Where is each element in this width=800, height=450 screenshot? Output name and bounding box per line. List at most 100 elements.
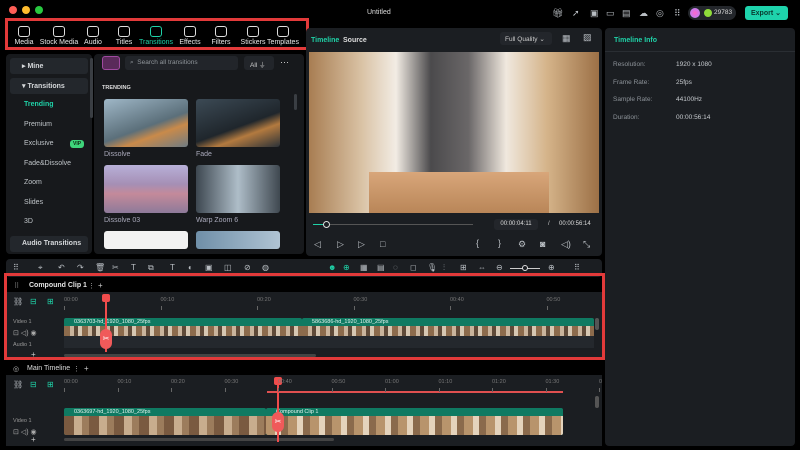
mixer-icon[interactable]: ⫶	[443, 263, 445, 273]
tab-main-timeline[interactable]: Main Timeline	[27, 365, 70, 372]
horizontal-scrollbar[interactable]	[64, 354, 316, 357]
quality-dropdown[interactable]: Full Quality ⌄	[500, 32, 552, 45]
favorites-button[interactable]	[102, 56, 120, 70]
video-clip[interactable]: 0363697-hd_1920_1080_25fps	[64, 408, 266, 435]
text-icon[interactable]: T	[131, 263, 136, 272]
transition-thumb-dissolve-03[interactable]	[104, 165, 188, 213]
ai-text-icon[interactable]: T	[170, 263, 175, 272]
sidebar-item-fade-dissolve[interactable]: Fade&Dissolve	[24, 160, 71, 167]
toolbar-stickers[interactable]: Stickers	[236, 26, 270, 46]
color-icon[interactable]: ◍	[262, 263, 269, 272]
split-icon[interactable]: ✂	[272, 412, 284, 432]
add-track-icon[interactable]: ⊟	[30, 297, 37, 306]
drag-handle-icon[interactable]: ⠿	[14, 282, 19, 290]
cloud-icon[interactable]: ☁	[639, 8, 648, 19]
zoom-slider[interactable]	[510, 265, 540, 271]
transition-thumb-warp-zoom-6[interactable]	[196, 165, 280, 213]
save-icon[interactable]: ▤	[622, 8, 631, 19]
apps-icon[interactable]: ⠿	[674, 8, 681, 19]
sidebar-item-exclusive[interactable]: Exclusive	[24, 140, 54, 147]
toolbar-transitions[interactable]: Transitions	[139, 26, 173, 46]
previous-frame-icon[interactable]: ◁	[314, 239, 321, 250]
send-icon[interactable]: ➚	[572, 8, 580, 19]
render-icon[interactable]: ⚙	[518, 239, 526, 250]
vertical-scrollbar[interactable]	[595, 318, 599, 330]
split-icon[interactable]: ✂	[100, 329, 112, 349]
maximize-window-button[interactable]	[35, 6, 43, 14]
toolbar-effects[interactable]: Effects	[173, 26, 207, 46]
speed-icon[interactable]: ⊘	[244, 263, 251, 272]
multi-select-icon[interactable]: ⠿	[13, 263, 19, 272]
toolbar-templates[interactable]: Templates	[266, 26, 300, 46]
tab-source[interactable]: Source	[343, 37, 367, 44]
add-track-button[interactable]: +	[31, 435, 36, 444]
tab-timeline[interactable]: Timeline	[311, 37, 339, 44]
snapshot-icon[interactable]: ▨	[583, 32, 592, 43]
layout-icon[interactable]: ⠿	[574, 263, 580, 272]
transition-thumb-fade[interactable]	[196, 99, 280, 147]
zoom-in-icon[interactable]: ⊕	[548, 263, 555, 272]
sidebar-item-slides[interactable]: Slides	[24, 199, 43, 206]
filter-dropdown[interactable]: All ⏚	[244, 56, 274, 70]
replace-icon[interactable]: ⊞	[460, 263, 467, 272]
close-window-button[interactable]	[9, 6, 17, 14]
transition-thumb-dissolve[interactable]	[104, 99, 188, 147]
fullscreen-icon[interactable]: ⤡	[583, 239, 590, 250]
playback-scrubber[interactable]	[313, 221, 473, 228]
sidebar-scrollbar[interactable]	[90, 58, 93, 118]
delete-icon[interactable]: 🗑︎	[95, 263, 105, 272]
playhead-handle[interactable]	[102, 294, 110, 302]
gift-icon[interactable]: 🎁︎	[552, 8, 563, 19]
add-tab-button[interactable]: +	[84, 364, 89, 373]
support-icon[interactable]: ◎	[656, 8, 664, 19]
sidebar-item-trending[interactable]: Trending	[24, 101, 54, 108]
mic-icon[interactable]: 🎙︎	[427, 263, 437, 272]
tab-menu-icon[interactable]: ⋮	[88, 282, 95, 290]
add-marker-icon[interactable]: ⊕	[343, 263, 350, 272]
toolbar-media[interactable]: Media	[7, 26, 41, 46]
track-settings-icon[interactable]: ⊞	[47, 380, 54, 389]
sidebar-item-premium[interactable]: Premium	[24, 121, 52, 128]
sidebar-item-3d[interactable]: 3D	[24, 218, 33, 225]
transition-thumb[interactable]	[104, 231, 188, 249]
next-frame-icon[interactable]: ▷	[337, 239, 344, 250]
undo-icon[interactable]: ↶	[58, 263, 65, 272]
vertical-scrollbar[interactable]	[595, 396, 599, 408]
library-scrollbar[interactable]	[294, 94, 297, 110]
play-icon[interactable]: ▷	[358, 239, 365, 250]
sidebar-audio-transitions[interactable]: Audio Transitions	[10, 236, 88, 252]
toolbar-titles[interactable]: Titles	[107, 26, 141, 46]
redo-icon[interactable]: ↷	[77, 263, 84, 272]
feedback-icon[interactable]: ▣	[590, 8, 599, 19]
zoom-out-icon[interactable]: ⊖	[496, 263, 503, 272]
volume-icon[interactable]: ◁)	[561, 239, 571, 250]
render-icon[interactable]: ◌	[393, 263, 398, 272]
track-controls[interactable]: ⊡ ◁) ◉	[13, 329, 37, 337]
sidebar-transitions[interactable]: ▾ Transitions	[10, 78, 88, 94]
crop-icon[interactable]: ⧉	[148, 263, 154, 273]
minimize-window-button[interactable]	[22, 6, 30, 14]
add-tab-button[interactable]: +	[98, 281, 103, 290]
mark-in-icon[interactable]: {	[476, 238, 479, 248]
link-icon[interactable]: ⛓	[13, 297, 23, 306]
stop-icon[interactable]: □	[380, 239, 385, 249]
compound-clip[interactable]: Compound Clip 1	[266, 408, 563, 435]
freeze-icon[interactable]: ◫	[224, 263, 232, 272]
tab-compound-clip[interactable]: Compound Clip 1	[29, 282, 87, 289]
pointer-icon[interactable]: ⌖	[38, 263, 43, 273]
grid-icon[interactable]: ▦	[562, 33, 571, 44]
avatar[interactable]	[690, 8, 700, 18]
toolbar-filters[interactable]: Filters	[204, 26, 238, 46]
ai-cut-icon[interactable]: ▤	[377, 263, 385, 272]
link-icon[interactable]: ⛓	[13, 380, 23, 389]
cut-icon[interactable]: ✂	[112, 263, 119, 272]
shield-icon[interactable]: ◻	[410, 263, 417, 272]
layout-icon[interactable]: ▭	[606, 8, 615, 19]
ai-robot-icon[interactable]: ☻	[328, 263, 336, 272]
ai-effects-icon[interactable]: ◐	[188, 263, 193, 272]
credits-badge[interactable]: 29783	[688, 6, 736, 20]
fit-icon[interactable]: ⇔	[478, 263, 486, 272]
add-track-button[interactable]: +	[31, 350, 36, 359]
search-input[interactable]: ⌕ Search all transitions	[125, 56, 238, 70]
tab-menu-icon[interactable]: ⋮	[73, 365, 80, 373]
